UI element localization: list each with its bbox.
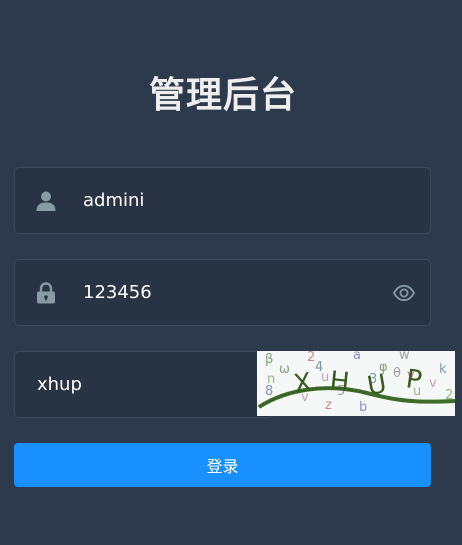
captcha-noise-char: w (399, 351, 410, 363)
captcha-noise-char: 4 (315, 360, 323, 375)
captcha-noise-char: β (265, 352, 273, 367)
captcha-noise-char: z (325, 398, 332, 413)
captcha-image[interactable]: β 2 a wn u 3φv8 5 uvkωz bθ2v4 XHUP (257, 351, 455, 416)
captcha-noise-char: k (439, 362, 447, 377)
captcha-noise-char: θ (393, 366, 401, 381)
captcha-code-char: H (328, 366, 351, 398)
captcha-noise-char: b (359, 400, 367, 415)
page-title: 管理后台 (148, 75, 297, 116)
username-input[interactable] (83, 168, 403, 233)
user-icon (36, 191, 56, 211)
username-field (14, 167, 431, 234)
captcha-noise-char: v (429, 376, 437, 391)
captcha-field (14, 351, 274, 418)
captcha-noise-char: a (353, 351, 361, 363)
lock-icon (37, 282, 55, 304)
login-button[interactable]: 登录 (14, 443, 431, 487)
captcha-noise-char: 8 (265, 384, 273, 399)
eye-icon[interactable] (392, 282, 416, 304)
password-field (14, 259, 431, 326)
password-input[interactable] (83, 260, 373, 325)
login-page: 管理后台 β2awnu3φv85uvkωzbθ2v4 XHUP 登录 (0, 0, 462, 545)
captcha-noise-char: ω (279, 362, 290, 377)
captcha-input[interactable] (37, 352, 257, 417)
